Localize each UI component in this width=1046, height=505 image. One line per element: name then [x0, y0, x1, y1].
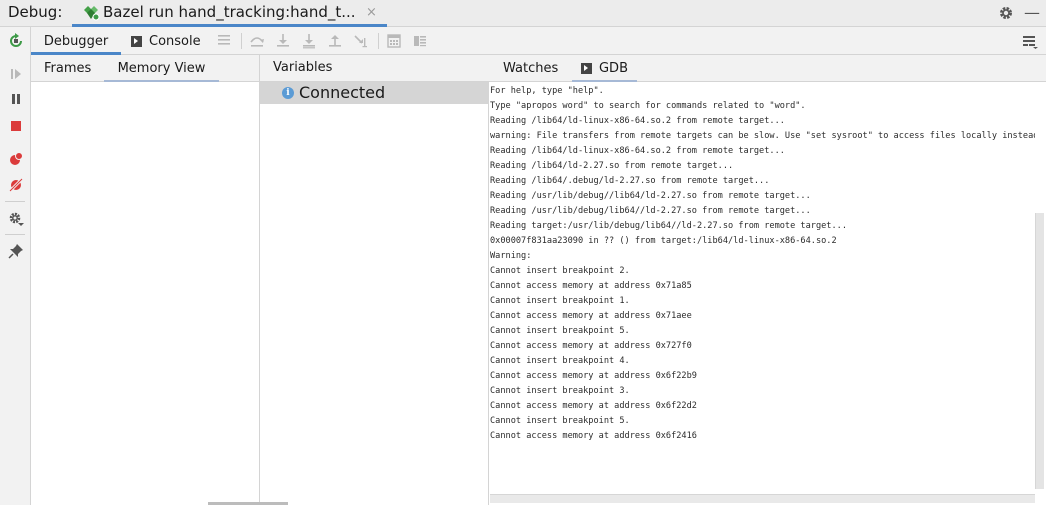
console-line: Reading /usr/lib/debug/lib64//ld-2.27.so…: [490, 206, 811, 216]
tab-watches[interactable]: Watches: [503, 55, 558, 82]
stop-icon[interactable]: [8, 118, 24, 134]
console-line: Cannot insert breakpoint 2.: [490, 266, 630, 276]
menu-lines-icon[interactable]: [216, 33, 232, 49]
run-config-tab[interactable]: Bazel run hand_tracking:hand_t... ×: [72, 0, 387, 27]
toolbar-separator: [5, 201, 25, 202]
resume-icon[interactable]: [8, 66, 24, 82]
console-line: Cannot access memory at address 0x71a85: [490, 281, 692, 291]
debug-label: Debug:: [8, 3, 63, 21]
tab-label: Memory View: [117, 61, 206, 76]
tab-label: Console: [149, 33, 201, 49]
tab-label: Debugger: [43, 33, 109, 49]
run-tab-title: Bazel run hand_tracking:hand_t...: [103, 3, 356, 21]
horizontal-scrollbar[interactable]: [490, 494, 1035, 503]
console-line: For help, type "help".: [490, 86, 604, 96]
frames-panel: Frames Memory View: [31, 55, 260, 505]
gear-icon[interactable]: [998, 5, 1014, 21]
variables-panel: Variables i Connected: [260, 55, 489, 505]
info-icon: i: [282, 87, 294, 99]
console-line: Cannot access memory at address 0x727f0: [490, 341, 692, 351]
layout-columns-icon[interactable]: [412, 33, 428, 49]
close-icon[interactable]: ×: [366, 5, 377, 20]
console-line: 0x00007f831aa23090 in ?? () from target:…: [490, 236, 837, 246]
console-line: Reading target:/usr/lib/debug/lib64//ld-…: [490, 221, 847, 231]
console-icon: [131, 35, 142, 47]
console-line: warning: File transfers from remote targ…: [490, 131, 1035, 141]
console-line: Reading /lib64/ld-linux-x86-64.so.2 from…: [490, 146, 785, 156]
debug-title-bar: Debug: Bazel run hand_tracking:hand_t...…: [0, 0, 1046, 27]
pause-icon[interactable]: [8, 91, 24, 107]
panel-title: Variables: [273, 60, 333, 75]
console-line: Cannot access memory at address 0x71aee: [490, 311, 692, 321]
tab-label: Frames: [44, 61, 92, 76]
evaluate-expression-icon[interactable]: [386, 33, 402, 49]
gdb-console-output[interactable]: For help, type "help". Type "apropos word…: [490, 84, 1035, 494]
console-line: Reading /lib64/ld-2.27.so from remote ta…: [490, 161, 734, 171]
force-step-into-icon[interactable]: [301, 33, 317, 49]
debugger-tabs-bar: Debugger Console: [31, 27, 1046, 55]
console-line: Cannot insert breakpoint 5.: [490, 326, 630, 336]
bazel-icon: [82, 5, 100, 21]
console-icon: [580, 63, 592, 74]
console-line: Cannot insert breakpoint 4.: [490, 356, 630, 366]
step-over-icon[interactable]: [249, 33, 265, 49]
frames-panel-header: Frames Memory View: [31, 55, 259, 82]
toolbar-separator: [241, 33, 242, 49]
console-line: Type "apropos word" to search for comman…: [490, 101, 806, 111]
vertical-scrollbar[interactable]: [1035, 213, 1044, 489]
console-line: Cannot access memory at address 0x6f22b9: [490, 371, 697, 381]
pin-icon[interactable]: [8, 243, 24, 259]
toolbar-separator: [378, 33, 379, 49]
gdb-panel-header: Watches GDB: [489, 55, 1046, 82]
console-line: Reading /usr/lib/debug//lib64/ld-2.27.so…: [490, 191, 811, 201]
minimize-icon[interactable]: —: [1024, 3, 1040, 22]
console-line: Cannot insert breakpoint 5.: [490, 416, 630, 426]
tab-debugger[interactable]: Debugger: [31, 27, 121, 55]
run-to-cursor-icon[interactable]: [353, 33, 369, 49]
console-line: Reading /lib64/.debug/ld-2.27.so from re…: [490, 176, 770, 186]
active-tab-indicator: [572, 80, 637, 82]
step-into-icon[interactable]: [275, 33, 291, 49]
gdb-panel: Watches GDB For help, type "help". Type "…: [489, 55, 1046, 505]
step-out-icon[interactable]: [327, 33, 343, 49]
console-line: Warning:: [490, 251, 532, 261]
settings-dropdown-icon[interactable]: [8, 211, 24, 227]
tab-gdb[interactable]: GDB: [572, 55, 637, 82]
mute-breakpoints-icon[interactable]: [8, 177, 24, 193]
tab-console[interactable]: Console: [131, 27, 201, 55]
active-tab-indicator: [104, 80, 219, 82]
tab-label: GDB: [598, 61, 628, 76]
view-breakpoints-icon[interactable]: [8, 151, 24, 167]
console-line: Reading /lib64/ld-linux-x86-64.so.2 from…: [490, 116, 785, 126]
layout-settings-icon[interactable]: [1022, 33, 1038, 49]
rerun-icon[interactable]: [8, 33, 24, 49]
console-line: Cannot insert breakpoint 1.: [490, 296, 630, 306]
tab-frames[interactable]: Frames: [44, 55, 91, 82]
list-item-label: Connected: [299, 83, 386, 102]
variables-panel-header: Variables: [260, 55, 489, 82]
debug-side-toolbar: [0, 27, 31, 505]
toolbar-separator: [5, 234, 25, 235]
console-line: Cannot insert breakpoint 3.: [490, 386, 630, 396]
console-line: Cannot access memory at address 0x6f22d2: [490, 401, 697, 411]
tab-memory-view[interactable]: Memory View: [104, 55, 219, 82]
tab-label: Watches: [503, 61, 559, 76]
console-line: Cannot access memory at address 0x6f2416: [490, 431, 697, 441]
list-item[interactable]: i Connected: [260, 82, 489, 104]
